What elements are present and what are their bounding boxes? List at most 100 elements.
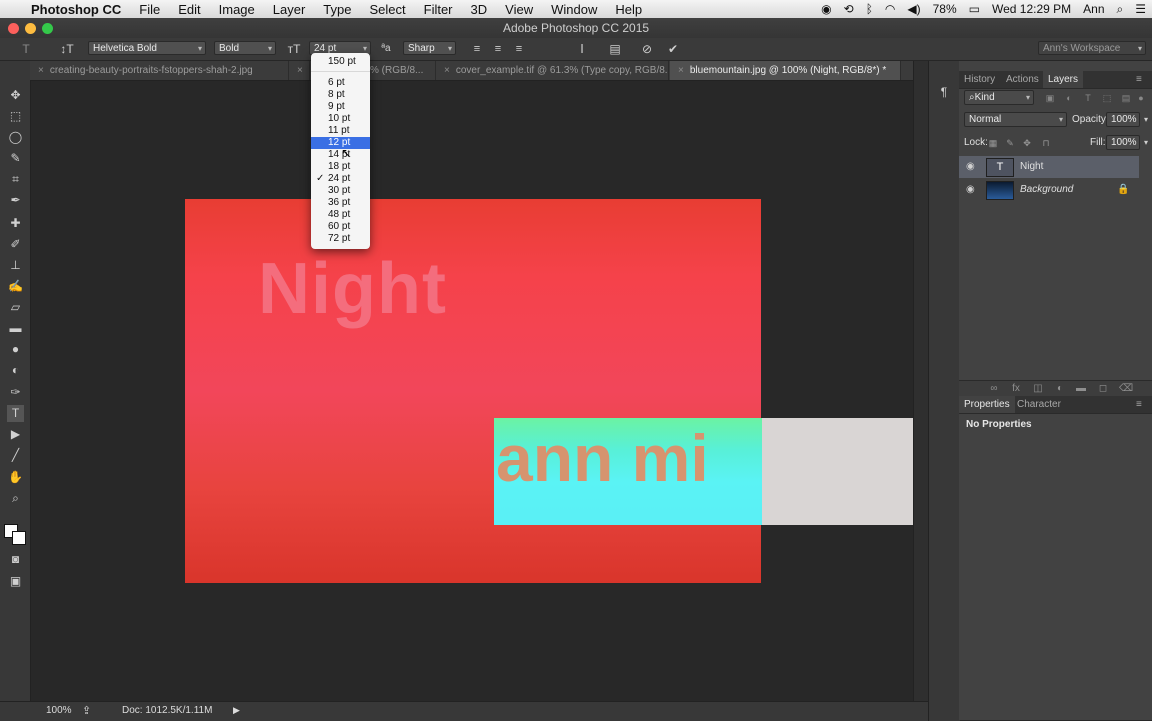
lock-position-icon[interactable]: ✥ xyxy=(1022,136,1032,150)
screen-mode-icon[interactable]: ▣ xyxy=(7,573,24,590)
quick-select-tool-icon[interactable]: ✎ xyxy=(7,150,24,167)
chevron-down-icon[interactable]: ▾ xyxy=(1142,113,1150,127)
marquee-tool-icon[interactable]: ⬚ xyxy=(7,108,24,125)
layer-style-icon[interactable]: fx xyxy=(1010,382,1022,396)
dodge-tool-icon[interactable]: ◐ xyxy=(7,362,24,379)
font-style-select[interactable]: Bold ▾ xyxy=(214,41,276,55)
menu-help[interactable]: Help xyxy=(606,2,651,17)
font-size-option[interactable]: 8 pt xyxy=(311,89,370,101)
menu-file[interactable]: File xyxy=(130,2,169,17)
blur-tool-icon[interactable]: ● xyxy=(7,341,24,358)
font-size-option[interactable]: 18 pt xyxy=(311,161,370,173)
chevron-down-icon[interactable]: ▾ xyxy=(1142,136,1150,150)
pen-tool-icon[interactable]: ✑ xyxy=(7,384,24,401)
doc-tab[interactable]: % (RGB/8... xyxy=(370,61,436,80)
commit-edits-icon[interactable]: ✔ xyxy=(665,42,681,56)
selected-text[interactable]: ann mi xyxy=(496,420,762,496)
layer-filter-select[interactable]: ⌕Kind ▾ xyxy=(964,90,1034,105)
move-tool-icon[interactable]: ✥ xyxy=(7,87,24,104)
filter-toggle-icon[interactable]: ● xyxy=(1136,91,1146,105)
type-tool-preset-icon[interactable]: T xyxy=(18,42,34,56)
time-machine-icon[interactable]: ⟲ xyxy=(838,2,860,16)
font-size-option[interactable]: 72 pt xyxy=(311,233,370,245)
panel-menu-icon[interactable]: ≡ xyxy=(1131,71,1147,88)
align-right-icon[interactable]: ≡ xyxy=(512,42,526,56)
type-tool-icon[interactable]: T xyxy=(7,405,24,422)
menu-select[interactable]: Select xyxy=(360,2,414,17)
app-menu[interactable]: Photoshop CC xyxy=(22,2,130,17)
clone-stamp-tool-icon[interactable]: ⊥ xyxy=(7,257,24,274)
filter-pixel-icon[interactable]: ▣ xyxy=(1044,91,1056,105)
crop-tool-icon[interactable]: ⌗ xyxy=(7,171,24,188)
close-window-button[interactable] xyxy=(8,23,19,34)
add-mask-icon[interactable]: ◫ xyxy=(1032,382,1044,396)
doc-tab-active[interactable]: × bluemountain.jpg @ 100% (Night, RGB/8*)… xyxy=(670,61,901,80)
doc-tab[interactable]: × cover_example.tif @ 61.3% (Type copy, R… xyxy=(436,61,669,80)
warp-text-icon[interactable]: Ⅰ xyxy=(574,42,590,56)
lock-transparent-icon[interactable]: ▦ xyxy=(988,136,998,150)
minimize-window-button[interactable] xyxy=(25,23,36,34)
hand-tool-icon[interactable]: ✋ xyxy=(7,469,24,486)
tab-layers[interactable]: Layers xyxy=(1043,71,1084,88)
adjustment-layer-icon[interactable]: ◐ xyxy=(1054,382,1066,396)
history-brush-tool-icon[interactable]: ✍ xyxy=(7,278,24,295)
new-layer-icon[interactable]: ◻ xyxy=(1097,382,1109,396)
path-select-tool-icon[interactable]: ▶ xyxy=(7,426,24,443)
battery-percent[interactable]: 78% xyxy=(927,2,963,16)
eyedropper-tool-icon[interactable]: ✒ xyxy=(7,192,24,209)
background-color-swatch[interactable] xyxy=(12,531,26,545)
gradient-tool-icon[interactable]: ▬ xyxy=(7,320,24,337)
font-size-option[interactable]: 6 pt xyxy=(311,77,370,89)
menu-edit[interactable]: Edit xyxy=(169,2,209,17)
layer-row-night[interactable]: ◉ T Night xyxy=(959,156,1139,178)
link-layers-icon[interactable]: ∞ xyxy=(988,382,1000,396)
menu-view[interactable]: View xyxy=(496,2,542,17)
eye-icon[interactable]: ◉ xyxy=(966,179,975,201)
close-icon[interactable]: × xyxy=(436,65,456,76)
character-panel-icon[interactable]: ▤ xyxy=(607,42,623,56)
close-icon[interactable]: × xyxy=(30,65,50,76)
eye-icon[interactable]: ◉ xyxy=(966,156,975,178)
menu-type[interactable]: Type xyxy=(314,2,360,17)
wifi-icon[interactable]: ◠ xyxy=(879,2,901,16)
workspace-select[interactable]: Ann's Workspace ▾ xyxy=(1038,41,1146,55)
new-group-icon[interactable]: ▬ xyxy=(1075,382,1087,396)
healing-brush-tool-icon[interactable]: ✚ xyxy=(7,215,24,232)
menu-image[interactable]: Image xyxy=(210,2,264,17)
share-icon[interactable]: ⇪ xyxy=(82,704,91,717)
font-size-option[interactable]: 150 pt xyxy=(311,56,370,68)
filter-type-icon[interactable]: T xyxy=(1082,91,1094,105)
paragraph-panel-icon[interactable]: ¶ xyxy=(937,85,951,99)
font-size-option[interactable]: 9 pt xyxy=(311,101,370,113)
close-icon[interactable]: × xyxy=(289,65,309,76)
night-text-layer[interactable]: Night xyxy=(258,248,447,330)
volume-icon[interactable]: ◀) xyxy=(901,2,926,16)
font-family-select[interactable]: Helvetica Bold ▾ xyxy=(88,41,206,55)
font-size-option[interactable]: 48 pt xyxy=(311,209,370,221)
filter-smart-object-icon[interactable]: ▤ xyxy=(1120,91,1132,105)
font-size-option[interactable]: 11 pt xyxy=(311,125,370,137)
align-left-icon[interactable]: ≡ xyxy=(470,42,484,56)
lock-all-icon[interactable]: ⊓ xyxy=(1041,136,1051,150)
tab-actions[interactable]: Actions xyxy=(1001,71,1044,88)
lock-pixels-icon[interactable]: ✎ xyxy=(1005,136,1015,150)
close-icon[interactable]: × xyxy=(670,65,690,76)
zoom-level[interactable]: 100% xyxy=(46,705,72,716)
zoom-window-button[interactable] xyxy=(42,23,53,34)
menu-layer[interactable]: Layer xyxy=(264,2,315,17)
font-size-option[interactable]: 36 pt xyxy=(311,197,370,209)
lasso-tool-icon[interactable]: ◯ xyxy=(7,129,24,146)
bluetooth-icon[interactable]: ᛒ xyxy=(860,2,879,16)
filter-adjustment-icon[interactable]: ◐ xyxy=(1063,91,1075,105)
font-size-option[interactable]: 60 pt xyxy=(311,221,370,233)
eraser-tool-icon[interactable]: ▱ xyxy=(7,299,24,316)
doc-size[interactable]: Doc: 1012.5K/1.11M xyxy=(122,705,212,716)
tab-history[interactable]: History xyxy=(959,71,1000,88)
anti-alias-select[interactable]: Sharp ▾ xyxy=(403,41,456,55)
menu-filter[interactable]: Filter xyxy=(415,2,462,17)
spotlight-icon[interactable]: ⌕ xyxy=(1111,2,1130,17)
quick-mask-icon[interactable]: ◙ xyxy=(7,551,24,568)
tab-properties[interactable]: Properties xyxy=(959,396,1015,413)
trash-icon[interactable]: ⌫ xyxy=(1119,382,1133,396)
menu-3d[interactable]: 3D xyxy=(462,2,497,17)
